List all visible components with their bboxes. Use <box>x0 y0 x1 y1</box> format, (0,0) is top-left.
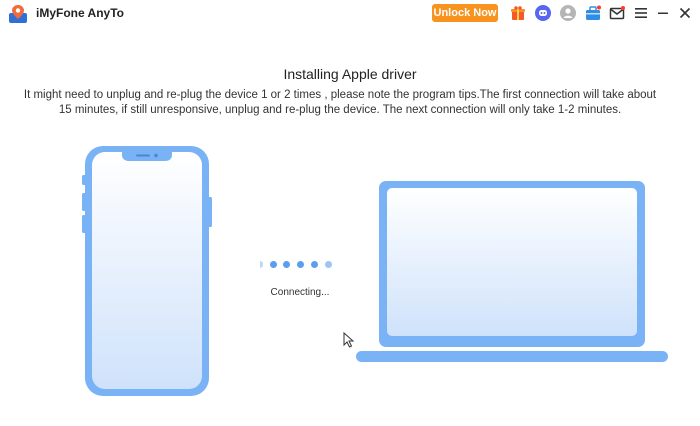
close-icon[interactable] <box>677 5 693 21</box>
gift-icon[interactable] <box>510 5 526 21</box>
instructions-text: It might need to unplug and re-plug the … <box>23 89 657 116</box>
connecting-progress-dots <box>260 261 340 271</box>
menu-icon[interactable] <box>633 5 649 21</box>
toolbox-icon[interactable] <box>585 5 601 21</box>
user-icon[interactable] <box>560 5 576 21</box>
page-title: Installing Apple driver <box>283 66 417 82</box>
progress-dot <box>260 261 263 268</box>
minimize-icon[interactable] <box>655 5 671 21</box>
mouse-cursor-icon <box>343 332 355 348</box>
connection-status: Connecting... <box>270 287 330 298</box>
progress-dot <box>270 261 277 268</box>
app-logo-icon <box>9 5 27 23</box>
iphone-illustration <box>82 146 212 396</box>
progress-dot <box>297 261 304 268</box>
progress-dot <box>283 261 290 268</box>
title-bar: iMyFone AnyTo Unlock Now <box>0 0 700 28</box>
computer-illustration <box>356 181 668 362</box>
progress-dot <box>311 261 318 268</box>
mail-icon[interactable] <box>609 5 625 21</box>
app-title: iMyFone AnyTo <box>36 6 124 20</box>
progress-dot <box>325 261 332 268</box>
discord-icon[interactable] <box>535 5 551 21</box>
unlock-now-button[interactable]: Unlock Now <box>432 4 498 22</box>
